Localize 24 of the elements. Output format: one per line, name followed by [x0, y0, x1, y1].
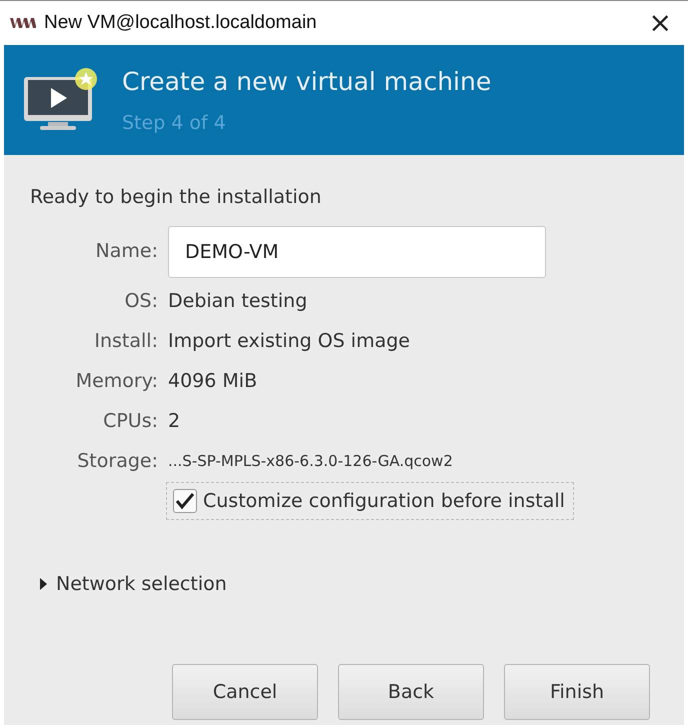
field-value: Import existing OS image — [168, 329, 410, 354]
network-expander[interactable]: Network selection — [38, 570, 658, 598]
window-title: New VM@localhost.localdomain — [44, 10, 317, 35]
field-label: OS: — [124, 289, 158, 314]
step-indicator: Step 4 of 4 — [122, 110, 227, 136]
header-title: Create a new virtual machine — [122, 66, 492, 98]
dialog-button[interactable]: Back — [338, 664, 484, 720]
field-label: CPUs: — [102, 409, 158, 434]
close-button[interactable]: × — [642, 9, 678, 37]
field-value: Debian testing — [168, 289, 308, 314]
dialog-button[interactable]: Cancel — [172, 664, 318, 720]
dialog-button[interactable]: Finish — [504, 664, 650, 720]
field-label: Storage: — [76, 449, 158, 474]
name-field[interactable]: DEMO-VM — [168, 226, 546, 278]
field-value: 2 — [168, 409, 180, 434]
app-logo-icon — [10, 17, 36, 29]
customize-checkbox[interactable]: Customize configuration before install — [166, 482, 574, 520]
field-value: ...S-SP-MPLS-x86-6.3.0-126-GA.qcow2 — [168, 451, 453, 472]
monitor-icon — [22, 67, 100, 133]
field-label: Memory: — [74, 369, 158, 394]
field-value: 4096 MiB — [168, 369, 258, 394]
section-heading: Ready to begin the installation — [30, 185, 322, 210]
field-label: Install: — [93, 329, 158, 354]
field-label: Name: — [94, 239, 158, 264]
